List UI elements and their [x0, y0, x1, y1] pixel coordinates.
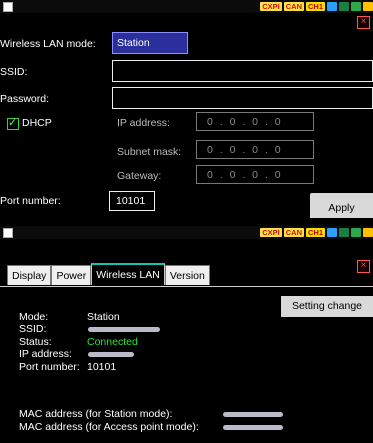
ch1-badge: CH1	[305, 228, 325, 237]
status-icons: CXPI CAN CH1	[260, 227, 373, 238]
ip-address-field[interactable]: 0 . 0 . 0 . 0	[196, 112, 314, 131]
wireless-lan-mode-select[interactable]: Station	[112, 32, 188, 54]
mac-station-redacted	[223, 412, 283, 417]
ch1-badge: CH1	[305, 2, 325, 11]
status-icons: CXPI CAN CH1	[260, 1, 373, 12]
network-icon	[339, 228, 349, 237]
wireless-lan-info-panel: CXPI CAN CH1 × Display Power Wireless LA…	[0, 226, 373, 443]
port-number-label: Port number:	[19, 361, 80, 373]
port-number-label: Port number:	[0, 195, 61, 207]
subnet-mask-label: Subnet mask:	[117, 146, 182, 158]
ssid-redacted	[88, 327, 160, 332]
tab-wireless-lan[interactable]: Wireless LAN	[91, 263, 165, 285]
mode-value: Station	[87, 311, 120, 323]
ssid-label: SSID:	[19, 323, 47, 335]
power-icon	[363, 2, 373, 11]
mode-label: Mode:	[19, 311, 49, 323]
ssid-label: SSID:	[0, 66, 28, 78]
mac-ap-redacted	[223, 425, 283, 430]
tab-power[interactable]: Power	[51, 265, 92, 285]
status-value: Connected	[87, 336, 138, 348]
ssid-field[interactable]	[112, 60, 373, 82]
gateway-label: Gateway:	[117, 170, 162, 182]
cxpi-badge: CXPI	[260, 228, 282, 237]
card-icon	[351, 228, 361, 237]
apply-button[interactable]: Apply	[310, 193, 373, 218]
status-bar: CXPI CAN CH1	[0, 226, 373, 239]
gateway-value: 0 . 0 . 0 . 0	[207, 169, 283, 181]
mac-station-label: MAC address (for Station mode):	[19, 408, 173, 420]
gateway-field[interactable]: 0 . 0 . 0 . 0	[196, 165, 314, 184]
settings-tabs: Display Power Wireless LAN Version	[7, 263, 210, 285]
subnet-mask-field[interactable]: 0 . 0 . 0 . 0	[196, 140, 314, 159]
setting-change-button[interactable]: Setting change	[281, 296, 373, 317]
usb-icon	[327, 2, 337, 11]
close-icon[interactable]: ×	[357, 260, 370, 273]
ip-address-label: IP address:	[117, 117, 170, 129]
port-number-value: 10101	[116, 195, 146, 207]
mac-ap-label: MAC address (for Access point mode):	[19, 421, 199, 433]
ip-address-redacted	[88, 352, 134, 357]
ip-address-value: 0 . 0 . 0 . 0	[207, 116, 283, 128]
wireless-lan-mode-value: Station	[117, 37, 150, 49]
password-label: Password:	[0, 93, 50, 105]
port-number-value: 10101	[87, 361, 117, 373]
tab-version[interactable]: Version	[164, 265, 210, 285]
ip-address-label: IP address:	[19, 348, 72, 360]
usb-icon	[327, 228, 337, 237]
status-bar: CXPI CAN CH1	[0, 0, 373, 13]
password-field[interactable]	[112, 87, 373, 109]
card-icon	[351, 2, 361, 11]
wireless-lan-settings-panel: CXPI CAN CH1 × Wireless LAN mode: Statio…	[0, 0, 373, 218]
can-badge: CAN	[283, 2, 304, 11]
wireless-lan-mode-label: Wireless LAN mode:	[0, 38, 96, 50]
tab-display[interactable]: Display	[7, 265, 52, 285]
can-badge: CAN	[283, 228, 304, 237]
cxpi-badge: CXPI	[260, 2, 282, 11]
network-icon	[339, 2, 349, 11]
tab-divider	[0, 286, 373, 287]
power-icon	[363, 228, 373, 237]
dhcp-label: DHCP	[22, 117, 52, 129]
dhcp-checkbox[interactable]	[7, 116, 19, 130]
status-label: Status:	[19, 336, 52, 348]
close-icon[interactable]: ×	[357, 16, 370, 29]
window-icon	[3, 2, 13, 12]
subnet-mask-value: 0 . 0 . 0 . 0	[207, 144, 283, 156]
window-icon	[3, 228, 13, 238]
port-number-field[interactable]: 10101	[109, 191, 155, 211]
